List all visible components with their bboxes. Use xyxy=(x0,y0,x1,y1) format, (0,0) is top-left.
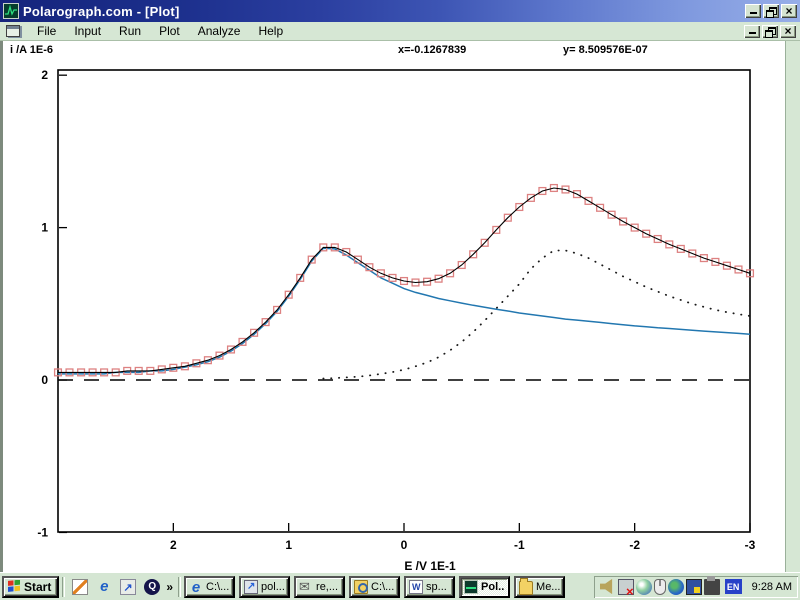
plot-frame xyxy=(58,70,750,532)
display-settings-icon[interactable] xyxy=(686,579,702,595)
child-window-icon[interactable] xyxy=(6,25,20,37)
minimize-button[interactable] xyxy=(745,4,761,18)
svg-text:-2: -2 xyxy=(629,538,640,552)
task-button-polarograph[interactable]: Pol... xyxy=(459,576,510,598)
tray-icons xyxy=(600,578,720,595)
window-right-margin xyxy=(785,41,800,572)
close-icon: × xyxy=(784,26,791,36)
cd-audio-icon[interactable] xyxy=(636,579,652,595)
menu-run[interactable]: Run xyxy=(110,23,150,39)
x-axis-title: E /V 1E-1 xyxy=(404,559,456,572)
mouse-icon[interactable] xyxy=(654,579,666,595)
svg-text:1: 1 xyxy=(41,221,48,235)
taskbar: Start » C:\... pol... re,... C:\... sp... Pol… xyxy=(0,572,800,600)
network-disconnected-icon[interactable] xyxy=(618,579,634,595)
task-button-label: Pol... xyxy=(481,581,505,593)
ftp-window-icon xyxy=(244,580,258,594)
quick-launch-overflow-chevron[interactable]: » xyxy=(164,580,175,594)
folder-search-icon xyxy=(354,580,368,594)
svg-text:2: 2 xyxy=(41,68,48,82)
quick-launch-media-q-icon[interactable] xyxy=(142,577,162,597)
cursor-x-readout: x=-0.1267839 xyxy=(398,44,466,56)
child-restore-button[interactable] xyxy=(762,25,778,38)
task-button-label: C:\... xyxy=(206,581,229,593)
menu-help[interactable]: Help xyxy=(249,23,292,39)
restore-icon xyxy=(765,27,775,36)
taskbar-separator xyxy=(178,577,181,597)
window-left-border xyxy=(0,41,3,572)
volume-icon[interactable] xyxy=(600,579,616,595)
child-minimize-button[interactable] xyxy=(744,25,760,38)
svg-text:0: 0 xyxy=(401,538,408,552)
cursor-y-readout: y= 8.509576E-07 xyxy=(563,44,648,56)
taskbar-separator xyxy=(62,577,65,597)
folder-icon xyxy=(519,581,533,595)
window-title: Polarograph.com - [Plot] xyxy=(23,4,743,19)
internet-explorer-icon xyxy=(189,580,203,594)
task-button-ftp-window[interactable]: pol... xyxy=(239,576,290,598)
polarogram-plot[interactable]: 2 1 0 -1 -2 -3 2 1 0 -1 E /V 1E-1 xyxy=(0,60,784,572)
series-measured-data xyxy=(55,185,754,376)
svg-text:0: 0 xyxy=(41,373,48,387)
menu-file[interactable]: File xyxy=(28,23,65,39)
svg-text:-3: -3 xyxy=(745,538,756,552)
quick-launch-compose-doc-icon[interactable] xyxy=(70,577,90,597)
plot-client-area: i /A 1E-6 x=-0.1267839 y= 8.509576E-07 2… xyxy=(0,41,800,572)
internet-globe-icon[interactable] xyxy=(668,579,684,595)
svg-text:-1: -1 xyxy=(514,538,525,552)
restore-button[interactable] xyxy=(763,4,779,18)
window-titlebar: Polarograph.com - [Plot] × xyxy=(0,0,800,22)
task-button-internet-explorer[interactable]: C:\... xyxy=(184,576,235,598)
series-component-1 xyxy=(58,248,750,374)
menu-input[interactable]: Input xyxy=(65,23,110,39)
system-tray: EN 9:28 AM xyxy=(594,576,798,598)
internet-explorer-icon xyxy=(96,579,112,595)
svg-text:2: 2 xyxy=(170,538,177,552)
compose-doc-icon xyxy=(72,579,88,595)
task-button-folder-search[interactable]: C:\... xyxy=(349,576,400,598)
printer-icon[interactable] xyxy=(704,579,720,595)
minimize-icon xyxy=(749,26,756,34)
minimize-icon xyxy=(750,6,757,14)
menu-plot[interactable]: Plot xyxy=(150,23,189,39)
svg-text:1: 1 xyxy=(285,538,292,552)
task-button-label: re,... xyxy=(316,581,338,593)
windows-logo-icon xyxy=(7,580,21,593)
task-button-label: pol... xyxy=(261,581,285,593)
task-button-label: sp... xyxy=(426,581,447,593)
task-button-mail-message[interactable]: re,... xyxy=(294,576,345,598)
task-button-word-document[interactable]: sp... xyxy=(404,576,455,598)
quick-launch-internet-explorer-icon[interactable] xyxy=(94,577,114,597)
restore-icon xyxy=(766,7,776,16)
task-button-label: C:\... xyxy=(371,581,394,593)
start-button[interactable]: Start xyxy=(2,576,59,598)
child-close-button[interactable]: × xyxy=(780,25,796,38)
quick-launch-outlook-express-icon[interactable] xyxy=(118,577,138,597)
menu-bar: File Input Run Plot Analyze Help × xyxy=(0,22,800,41)
media-q-icon xyxy=(144,579,160,595)
close-button[interactable]: × xyxy=(781,4,797,18)
svg-text:-1: -1 xyxy=(37,525,48,539)
desktop-screen: Polarograph.com - [Plot] × File Input Ru… xyxy=(0,0,800,600)
mail-message-icon xyxy=(299,580,313,594)
close-icon: × xyxy=(785,6,792,16)
language-indicator[interactable]: EN xyxy=(725,579,742,594)
clock[interactable]: 9:28 AM xyxy=(752,581,792,593)
outlook-express-icon xyxy=(120,579,136,595)
word-document-icon xyxy=(409,580,423,594)
task-button-folder[interactable]: Me... xyxy=(514,576,565,598)
task-button-label: Me... xyxy=(536,581,560,593)
quick-launch-bar xyxy=(68,577,164,597)
polarograph-app-icon xyxy=(3,3,19,19)
polarograph-icon xyxy=(464,580,478,594)
menu-analyze[interactable]: Analyze xyxy=(189,23,250,39)
task-button-strip: C:\... pol... re,... C:\... sp... Pol... Me... xyxy=(184,576,565,598)
y-axis-title: i /A 1E-6 xyxy=(10,44,53,56)
start-label: Start xyxy=(24,580,51,594)
